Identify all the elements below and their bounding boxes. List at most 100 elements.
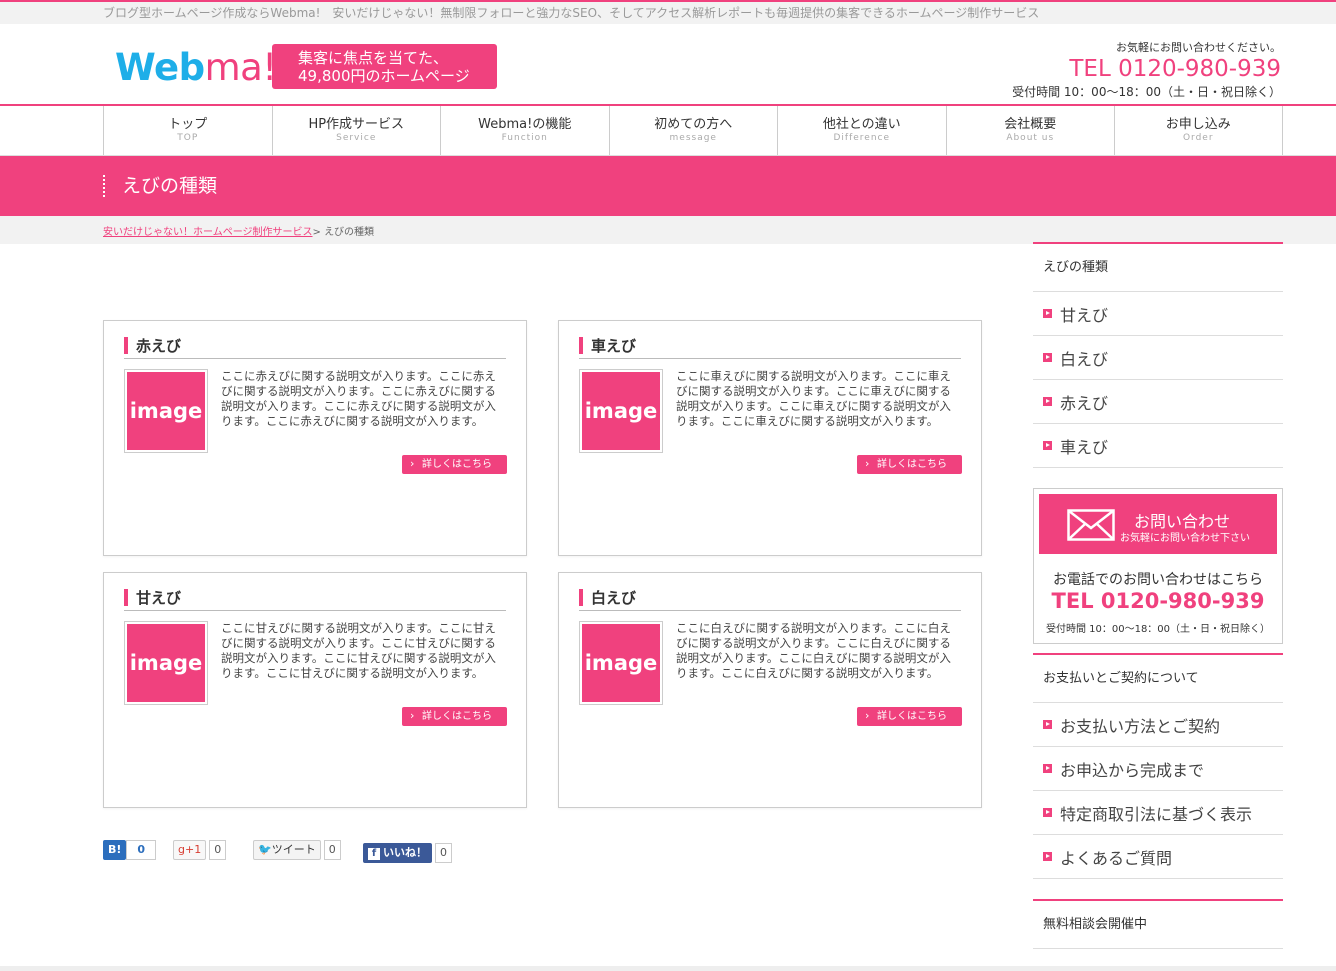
card-title: 白えび	[579, 587, 961, 611]
product-card: 赤えび image ここに赤えびに関する説明文が入ります。ここに赤えびに関する説…	[103, 320, 527, 556]
card-description: ここに車えびに関する説明文が入ります。ここに車えびに関する説明文が入ります。ここ…	[676, 369, 951, 428]
sidebar-item-label: 特定商取引法に基づく表示	[1060, 804, 1253, 824]
hatena-icon: B!	[103, 840, 127, 860]
sidebar-item-label: 白えび	[1060, 349, 1109, 369]
header-hours: 受付時間 10：00～18：00（土・日・祝日除く）	[1012, 85, 1281, 99]
nav-sublabel: Function	[501, 133, 548, 143]
sidebar-contact-box: お問い合わせ お気軽にお問い合わせ下さい お電話でのお問い合わせはこちら TEL…	[1033, 488, 1283, 644]
catch-copy-banner: 集客に焦点を当てた、 49,800円のホームページ	[272, 44, 497, 89]
nav-item-function[interactable]: Webma!の機能 Function	[440, 106, 609, 155]
sidebar-heading: えびの種類	[1033, 242, 1283, 292]
sidebar-item-faq[interactable]: よくあるご質問	[1033, 835, 1283, 879]
sidebar-item-flow[interactable]: お申込から完成まで	[1033, 747, 1283, 791]
catch-line-1: 集客に焦点を当てた、	[298, 49, 449, 67]
card-image[interactable]: image	[124, 621, 208, 705]
breadcrumb-home-link[interactable]: 安いだけじゃない！ホームページ制作サービス	[103, 227, 313, 238]
arrow-bullet-icon	[1043, 852, 1052, 861]
details-button[interactable]: 詳しくはこちら	[857, 454, 962, 474]
sidebar-hours: 受付時間 10：00～18：00（土・日・祝日除く）	[1045, 624, 1271, 635]
sidebar-item-akaebi[interactable]: 赤えび	[1033, 380, 1283, 424]
image-placeholder: image	[127, 624, 205, 702]
nav-label: お申し込み	[1165, 117, 1231, 132]
global-nav: トップ TOP HP作成サービス Service Webma!の機能 Function…	[0, 106, 1336, 156]
facebook-like-button: f いいね！	[363, 843, 432, 863]
sidebar-item-legal[interactable]: 特定商取引法に基づく表示	[1033, 791, 1283, 835]
sidebar-heading: 無料相談会開催中	[1033, 899, 1283, 949]
sidebar-item-kurumaebi[interactable]: 車えび	[1033, 424, 1283, 468]
breadcrumb-current: えびの種類	[324, 227, 375, 238]
nav-item-service[interactable]: HP作成サービス Service	[271, 106, 441, 155]
product-card: 甘えび image ここに甘えびに関する説明文が入ります。ここに甘えびに関する説…	[103, 572, 527, 808]
sidebar-heading: お支払いとご契約について	[1033, 653, 1283, 703]
breadcrumb: 安いだけじゃない！ホームページ制作サービス> えびの種類	[0, 216, 1336, 244]
details-button[interactable]: 詳しくはこちら	[402, 706, 507, 726]
tweet-share[interactable]: 🐦ツイート 0	[253, 840, 341, 860]
contact-button[interactable]: お問い合わせ お気軽にお問い合わせ下さい	[1039, 494, 1277, 554]
arrow-bullet-icon	[1043, 353, 1052, 362]
nav-label: Webma!の機能	[478, 117, 572, 132]
hatena-count: 0	[126, 840, 157, 860]
breadcrumb-separator: >	[312, 227, 325, 238]
site-header: Webma! 集客に焦点を当てた、 49,800円のホームページ お気軽にお問い…	[0, 24, 1336, 106]
nav-label: 会社概要	[1004, 117, 1057, 132]
page-bottom-edge	[0, 966, 1336, 971]
arrow-bullet-icon	[1043, 764, 1052, 773]
page-title-bar: えびの種類	[0, 156, 1336, 216]
sidebar-item-shiroebi[interactable]: 白えび	[1033, 336, 1283, 380]
facebook-icon: f	[368, 848, 380, 860]
nav-sublabel: Order	[1182, 133, 1214, 143]
card-description: ここに白えびに関する説明文が入ります。ここに白えびに関する説明文が入ります。ここ…	[676, 621, 951, 680]
nav-sublabel: Service	[336, 133, 377, 143]
nav-label: HP作成サービス	[308, 117, 405, 132]
nav-label: トップ	[168, 117, 208, 132]
arrow-bullet-icon	[1043, 309, 1052, 318]
site-logo[interactable]: Webma!	[115, 46, 277, 89]
sidebar-item-amaebi[interactable]: 甘えび	[1033, 292, 1283, 336]
details-button[interactable]: 詳しくはこちら	[402, 454, 507, 474]
nav-item-top[interactable]: トップ TOP	[103, 106, 272, 155]
card-description: ここに赤えびに関する説明文が入ります。ここに赤えびに関する説明文が入ります。ここ…	[221, 369, 496, 428]
nav-item-order[interactable]: お申し込み Order	[1114, 106, 1283, 155]
card-image[interactable]: image	[124, 369, 208, 453]
product-card: 白えび image ここに白えびに関する説明文が入ります。ここに白えびに関する説…	[558, 572, 982, 808]
sidebar-item-label: お申込から完成まで	[1060, 760, 1205, 780]
gplus-icon: g+1	[173, 840, 207, 860]
phone-note: お電話でのお問い合わせはこちら	[1053, 572, 1263, 588]
sidebar-item-payment[interactable]: お支払い方法とご契約	[1033, 703, 1283, 747]
card-image[interactable]: image	[579, 369, 663, 453]
card-image[interactable]: image	[579, 621, 663, 705]
logo-part-ma: ma!	[204, 46, 278, 89]
title-divider	[103, 175, 105, 197]
arrow-bullet-icon	[1043, 720, 1052, 729]
twitter-bird-icon: 🐦	[258, 843, 272, 856]
details-button[interactable]: 詳しくはこちら	[857, 706, 962, 726]
arrow-bullet-icon	[1043, 441, 1052, 450]
contact-button-sublabel: お気軽にお問い合わせ下さい	[1120, 533, 1250, 544]
tweet-button: 🐦ツイート	[253, 840, 321, 860]
nav-sublabel: TOP	[177, 133, 199, 143]
sidebar-payment-menu: お支払いとご契約について お支払い方法とご契約 お申込から完成まで 特定商取引法…	[1033, 653, 1283, 879]
top-tagline: ブログ型ホームページ作成ならWebma! 安いだけじゃない！無制限フォローと強力…	[0, 0, 1336, 24]
facebook-like-share[interactable]: f いいね！ 0	[363, 843, 452, 863]
like-label: いいね！	[383, 846, 427, 859]
header-tel[interactable]: TEL 0120-980-939	[1012, 55, 1281, 83]
sidebar-tel[interactable]: TEL 0120-980-939	[1034, 589, 1282, 613]
card-title: 甘えび	[124, 587, 506, 611]
tweet-label: ツイート	[271, 843, 316, 856]
sidebar-free-consult: 無料相談会開催中	[1033, 899, 1283, 949]
nav-item-difference[interactable]: 他社との違い Difference	[777, 106, 946, 155]
gplus-share[interactable]: g+1 0	[173, 840, 227, 860]
contact-note: お気軽にお問い合わせください。	[1116, 41, 1281, 54]
nav-label: 初めての方へ	[654, 117, 733, 132]
logo-part-web: Web	[115, 46, 205, 89]
product-card: 車えび image ここに車えびに関する説明文が入ります。ここに車えびに関する説…	[558, 320, 982, 556]
tweet-count: 0	[323, 840, 341, 860]
nav-item-about[interactable]: 会社概要 About us	[945, 106, 1115, 155]
like-count: 0	[435, 843, 452, 863]
hatena-bookmark-share[interactable]: B! 0	[103, 840, 157, 860]
sidebar-item-label: 甘えび	[1060, 305, 1109, 325]
nav-sublabel: message	[669, 133, 717, 143]
nav-item-message[interactable]: 初めての方へ message	[608, 106, 778, 155]
page-title: えびの種類	[122, 175, 218, 197]
nav-sublabel: Difference	[833, 133, 891, 143]
